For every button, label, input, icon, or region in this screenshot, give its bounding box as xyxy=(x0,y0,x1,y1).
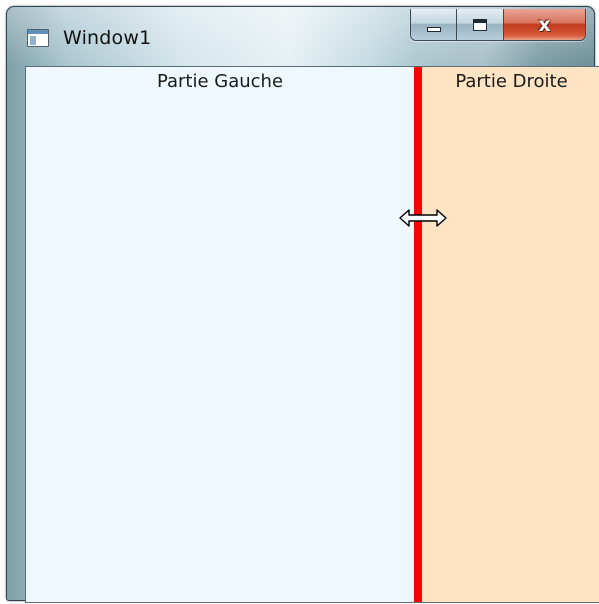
right-panel-label: Partie Droite xyxy=(455,71,568,92)
resize-horizontal-icon xyxy=(399,209,447,227)
close-icon: x xyxy=(538,13,551,36)
right-panel: Partie Droite xyxy=(422,67,599,602)
maximize-icon xyxy=(473,18,488,31)
maximize-button[interactable] xyxy=(457,9,504,40)
minimize-button[interactable] xyxy=(411,9,458,40)
application-window: Window1 x Partie Gauche Partie Droite xyxy=(6,6,599,603)
window-controls: x xyxy=(410,9,586,41)
minimize-icon xyxy=(426,27,441,32)
left-panel-label: Partie Gauche xyxy=(156,71,284,92)
left-panel: Partie Gauche xyxy=(26,67,414,602)
window-title: Window1 xyxy=(63,27,152,49)
grid-splitter[interactable] xyxy=(414,67,422,602)
close-button[interactable]: x xyxy=(503,9,585,40)
app-window-icon[interactable] xyxy=(27,29,49,47)
title-bar[interactable]: Window1 x xyxy=(7,7,594,63)
client-area: Partie Gauche Partie Droite xyxy=(25,66,599,603)
